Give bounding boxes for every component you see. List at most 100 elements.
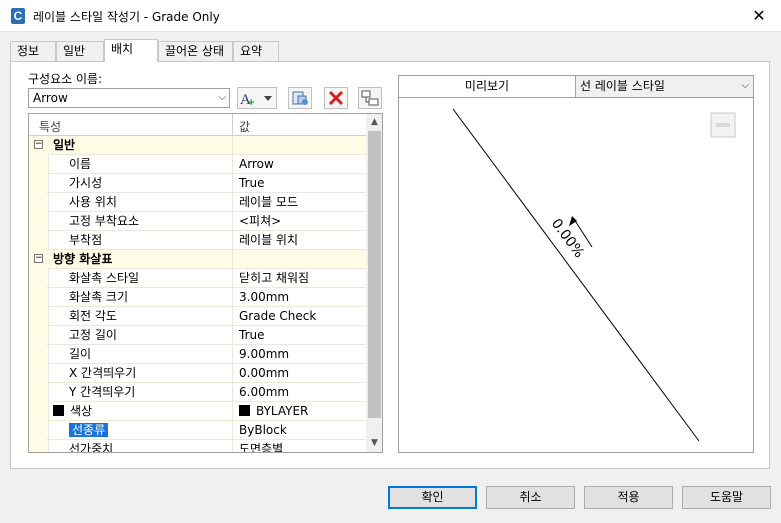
property-name: 가시성: [48, 174, 232, 193]
property-column-header: 특성: [39, 120, 62, 134]
property-row-color[interactable]: 색상 BYLAYER: [29, 402, 366, 421]
vertical-scrollbar[interactable]: ▲ ▼: [366, 114, 382, 452]
preview-style-value: 선 레이블 스타일: [580, 79, 665, 93]
group-direction-arrow[interactable]: − 방향 화살표: [29, 250, 366, 269]
create-text-component-button[interactable]: A +: [237, 87, 277, 109]
chevron-down-icon: ⌵: [218, 92, 226, 103]
property-value[interactable]: <피쳐>: [232, 212, 366, 231]
property-value[interactable]: True: [232, 326, 366, 345]
svg-text:+: +: [248, 97, 254, 108]
property-value[interactable]: 0.00mm: [232, 364, 366, 383]
property-value[interactable]: Grade Check: [232, 307, 366, 326]
tab-summary[interactable]: 요약: [233, 41, 279, 61]
property-name: 색상: [48, 402, 232, 421]
group-label: 방향 화살표: [53, 252, 113, 266]
draw-order-icon: [361, 90, 379, 106]
property-value[interactable]: 도면층별: [232, 440, 366, 452]
copy-component-button[interactable]: [288, 87, 312, 109]
property-name: 선가중치: [48, 440, 232, 452]
row-gutter: [29, 364, 47, 383]
property-row[interactable]: 가시성 True: [29, 174, 366, 193]
cancel-button[interactable]: 취소: [486, 486, 575, 509]
row-gutter: [29, 174, 47, 193]
close-button[interactable]: ✕: [747, 4, 771, 28]
copy-component-icon: [292, 91, 308, 105]
ok-button[interactable]: 확인: [388, 486, 477, 509]
grid-rows: − 일반 이름 Arrow 가시성 True 사용 위치 레이블 모드 고정 부…: [29, 136, 366, 452]
grid-header: 특성 값: [29, 114, 366, 136]
property-row[interactable]: 길이 9.00mm: [29, 345, 366, 364]
property-name: 선종류: [48, 421, 232, 440]
preview-tab[interactable]: 미리보기: [399, 76, 576, 98]
row-gutter: −: [29, 136, 47, 155]
color-swatch-icon: [53, 405, 64, 416]
delete-component-button[interactable]: [324, 87, 348, 109]
row-gutter: [29, 421, 47, 440]
selected-property-name: 선종류: [69, 423, 109, 437]
property-value[interactable]: 레이블 모드: [232, 193, 366, 212]
scroll-down-icon[interactable]: ▼: [366, 435, 382, 452]
collapse-icon[interactable]: −: [34, 254, 43, 263]
property-name: 부착점: [48, 231, 232, 250]
property-value[interactable]: 3.00mm: [232, 288, 366, 307]
delete-icon: [328, 90, 344, 106]
row-gutter: [29, 345, 47, 364]
property-row[interactable]: 사용 위치 레이블 모드: [29, 193, 366, 212]
property-value[interactable]: 닫히고 채워짐: [232, 269, 366, 288]
property-name: 회전 각도: [48, 307, 232, 326]
tab-info[interactable]: 정보: [10, 41, 56, 61]
row-gutter: [29, 231, 47, 250]
property-value[interactable]: BYLAYER: [232, 402, 366, 421]
draw-order-button[interactable]: [358, 87, 382, 109]
property-value[interactable]: 9.00mm: [232, 345, 366, 364]
group-general[interactable]: − 일반: [29, 136, 366, 155]
row-gutter: [29, 326, 47, 345]
property-row[interactable]: X 간격띄우기 0.00mm: [29, 364, 366, 383]
help-button[interactable]: 도움말: [682, 486, 771, 509]
property-name: 고정 부착요소: [48, 212, 232, 231]
property-value[interactable]: Arrow: [232, 155, 366, 174]
group-value-cell: [232, 136, 366, 155]
row-gutter: [29, 440, 47, 452]
add-text-icon: A +: [240, 92, 272, 109]
scroll-thumb[interactable]: [368, 131, 381, 418]
apply-button[interactable]: 적용: [584, 486, 673, 509]
component-select[interactable]: Arrow ⌵: [28, 88, 230, 108]
property-row[interactable]: 회전 각도 Grade Check: [29, 307, 366, 326]
property-value[interactable]: 6.00mm: [232, 383, 366, 402]
property-name: 고정 길이: [48, 326, 232, 345]
property-value[interactable]: ByBlock: [232, 421, 366, 440]
column-divider[interactable]: [232, 114, 233, 136]
property-grid: 특성 값 − 일반 이름 Arrow 가시성 True 사용 위치 레이블 모드…: [28, 113, 383, 453]
property-value-text: BYLAYER: [256, 404, 309, 418]
property-row[interactable]: 고정 부착요소 <피쳐>: [29, 212, 366, 231]
property-value[interactable]: 레이블 위치: [232, 231, 366, 250]
property-row[interactable]: 부착점 레이블 위치: [29, 231, 366, 250]
preview-canvas: 0.00%: [452, 108, 736, 442]
preview-style-select[interactable]: 선 레이블 스타일 ⌵: [576, 76, 753, 98]
title-bar: C 레이블 스타일 작성기 - Grade Only ✕: [0, 0, 781, 32]
property-name: 이름: [48, 155, 232, 174]
collapse-icon[interactable]: −: [34, 140, 43, 149]
row-gutter: [29, 155, 47, 174]
row-gutter: [29, 269, 47, 288]
tab-general[interactable]: 일반: [56, 41, 104, 61]
scroll-up-icon[interactable]: ▲: [366, 114, 382, 131]
group-value-cell: [232, 250, 366, 269]
chevron-down-icon: ⌵: [741, 80, 749, 91]
property-row[interactable]: 화살촉 크기 3.00mm: [29, 288, 366, 307]
property-row[interactable]: 화살촉 스타일 닫히고 채워짐: [29, 269, 366, 288]
preview-pane: 미리보기 선 레이블 스타일 ⌵ 0.00%: [398, 75, 754, 453]
thumbnail-icon[interactable]: [710, 112, 736, 138]
tab-dragged-state[interactable]: 끌어온 상태: [158, 41, 233, 61]
property-name: X 간격띄우기: [48, 364, 232, 383]
row-gutter: [29, 212, 47, 231]
property-value[interactable]: True: [232, 174, 366, 193]
property-row[interactable]: 선가중치 도면층별: [29, 440, 366, 452]
tab-layout[interactable]: 배치: [104, 39, 158, 62]
property-row-selected[interactable]: 선종류 ByBlock: [29, 421, 366, 440]
property-row[interactable]: 이름 Arrow: [29, 155, 366, 174]
property-row[interactable]: 고정 길이 True: [29, 326, 366, 345]
alignment-line: [452, 108, 700, 442]
property-row[interactable]: Y 간격띄우기 6.00mm: [29, 383, 366, 402]
